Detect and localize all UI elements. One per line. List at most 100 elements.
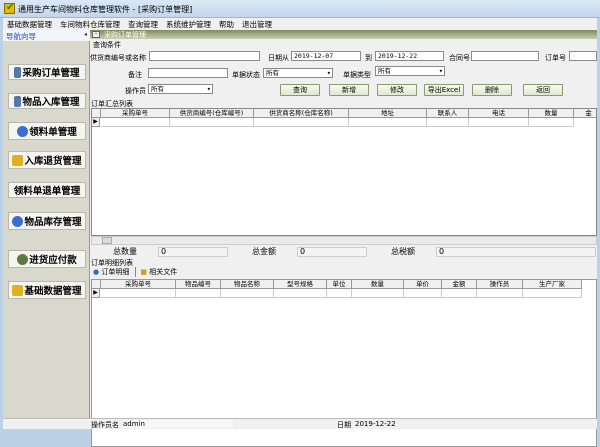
nav-requisition[interactable]: 领料单管理 [8,122,86,140]
query-group-label: 查询条件 [93,41,121,49]
nav-payable[interactable]: 进货应付款 [8,250,86,268]
nav-label: 采购订单管理 [22,68,80,79]
total-tax-label: 总税额 [368,247,438,257]
inventory-icon [12,215,24,227]
col-supplier-code[interactable]: 供货商编号(仓库编号) [170,109,254,118]
grid-corner [92,280,101,289]
col-spec[interactable]: 型号规格 [274,280,327,289]
tab-related-files[interactable]: ■ 相关文件 [135,267,177,277]
status-label: 单据状态 [232,71,260,79]
operator-label: 操作员 [125,87,146,95]
panel-title: 采购订单管理 [104,31,146,39]
col-item-code[interactable]: 物品编号 [176,280,221,289]
nav-purchase-order[interactable]: 采购订单管理 [8,64,86,80]
basic-data-icon [12,284,24,296]
query-button[interactable]: 查询 [280,84,320,96]
col-address[interactable]: 地址 [349,109,427,118]
date-value: 2019-12-22 [355,420,396,428]
row-pointer-icon: ▶ [92,118,100,127]
nav-requisition-return[interactable]: 领料单退单管理 [8,182,86,198]
date-from-input[interactable]: 2019-12-07 [291,51,361,61]
return-icon [12,154,24,166]
back-button[interactable]: 返回 [523,84,563,96]
requisition-icon [17,125,29,137]
collapse-icon[interactable]: ◂ [84,31,87,38]
status-bar: 操作员名 admin 日期 2019-12-22 [3,418,597,429]
col-unit-price[interactable]: 单价 [404,280,442,289]
nav-label: 领料单退单管理 [13,186,81,197]
date-from-label: 日期从 [268,54,289,62]
menu-bar: 基础数据管理 车间物料仓库管理 查询管理 系统维护管理 帮助 退出管理 [3,18,597,30]
export-excel-button[interactable]: 导出Excel [424,84,464,96]
nav-return[interactable]: 入库退货管理 [8,151,86,169]
supplier-input[interactable] [149,51,260,61]
col-order-no[interactable]: 采购单号 [101,109,170,118]
horizontal-scrollbar[interactable] [91,236,597,245]
nav-inventory[interactable]: 物品库存管理 [8,212,86,230]
total-amount-label: 总金额 [229,247,299,257]
globe-icon: ● [93,268,100,276]
date-to-input[interactable]: 2019-12-22 [375,51,444,61]
nav-panel: 导航向导 ◂ 采购订单管理 物品入库管理 领料单管理 入库退货管理 领料单退单管理… [3,30,90,418]
money-bag-icon [17,253,29,265]
col-phone[interactable]: 电话 [469,109,529,118]
folder-icon: ■ [140,268,147,276]
add-button[interactable]: 新增 [329,84,369,96]
row-pointer-icon: ▶ [92,289,100,298]
col-quantity[interactable]: 数量 [352,280,404,289]
title-bar: 通用生产车间物料仓库管理软件 - [采购订单管理] [0,0,600,18]
order-no-input[interactable] [569,51,597,61]
nav-label: 基础数据管理 [24,286,82,297]
col-amount[interactable]: 金额 [442,280,477,289]
order-no-label: 订单号 [545,54,566,62]
type-select[interactable]: 所有 [375,66,445,76]
col-quantity[interactable]: 数量 [529,109,574,118]
detail-tabs: ● 订单明细 ■ 相关文件 [93,267,177,277]
panel-header: - 采购订单管理 [90,30,597,39]
type-label: 单据类型 [343,71,371,79]
delete-button[interactable]: 删除 [472,84,512,96]
grid-corner [92,109,101,118]
total-amount-value: 0 [297,247,367,257]
col-unit[interactable]: 单位 [327,280,352,289]
nav-label: 物品入库管理 [22,97,80,108]
contract-label: 合同号 [449,54,470,62]
nav-title: 导航向导 [6,32,36,41]
supplier-label: 供货商编号或名称 [90,54,146,62]
col-order-no[interactable]: 采购单号 [101,280,176,289]
purchase-icon [14,66,22,78]
nav-basic-data[interactable]: 基础数据管理 [8,281,86,299]
remark-input[interactable] [148,68,228,78]
col-operator[interactable]: 操作员 [477,280,523,289]
app-icon [4,2,15,14]
col-supplier-name[interactable]: 供货商名称(仓库名称) [254,109,349,118]
total-qty-label: 总数量 [90,247,160,257]
nav-stock-in[interactable]: 物品入库管理 [8,93,86,109]
operator-name-value: admin [123,420,233,428]
total-tax-value: 0 [436,247,596,257]
operator-name-label: 操作员名 [91,421,119,429]
scroll-thumb[interactable] [102,237,112,244]
minimize-icon[interactable]: - [92,31,100,38]
date-to-label: 到 [365,54,372,62]
window-title: 通用生产车间物料仓库管理软件 - [采购订单管理] [18,5,193,14]
operator-select[interactable]: 所有 [148,84,213,94]
date-label: 日期 [337,421,351,429]
nav-header: 导航向导 ◂ [3,30,90,41]
col-item-name[interactable]: 物品名称 [221,280,274,289]
order-grid[interactable]: 采购单号 供货商编号(仓库编号) 供货商名称(仓库名称) 地址 联系人 电话 数… [91,108,597,236]
col-amount[interactable]: 金 [574,109,596,118]
stock-in-icon [14,95,22,107]
col-manufacturer[interactable]: 生产厂家 [523,280,582,289]
status-select[interactable]: 所有 [263,68,333,78]
edit-button[interactable]: 修改 [377,84,417,96]
col-contact[interactable]: 联系人 [427,109,469,118]
nav-label: 领料单管理 [29,127,77,138]
tab-order-detail[interactable]: ● 订单明细 [93,267,129,277]
nav-label: 物品库存管理 [24,217,82,228]
tab-label: 订单明细 [101,268,130,276]
nav-label: 入库退货管理 [24,156,82,167]
remark-label: 备注 [128,71,142,79]
contract-input[interactable] [471,51,539,61]
nav-label: 进货应付款 [29,255,77,266]
